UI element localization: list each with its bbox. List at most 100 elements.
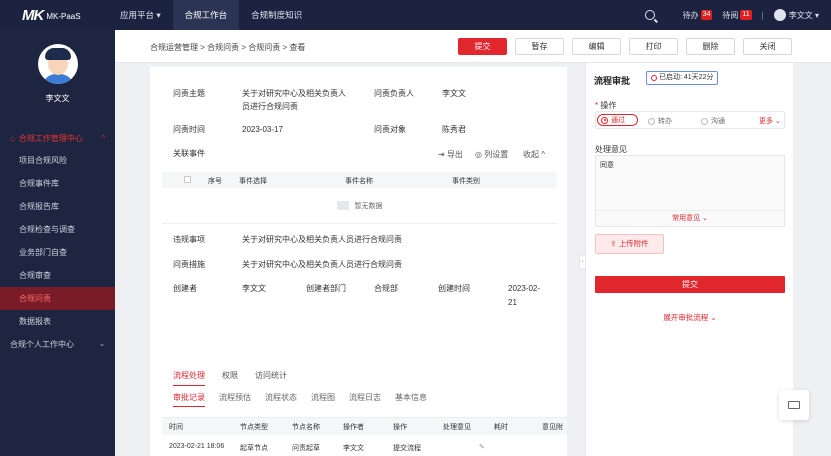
created-value-line1: 2023-02- bbox=[508, 284, 541, 293]
owner-label: 问责负责人 bbox=[374, 89, 414, 98]
todo-link[interactable]: 待办 34 bbox=[683, 10, 713, 21]
user-avatar-icon bbox=[773, 9, 786, 21]
tab-approval-records[interactable]: 审批记录 bbox=[173, 392, 205, 407]
dept-label: 创建者部门 bbox=[306, 284, 346, 293]
column-header: 序号 bbox=[208, 178, 222, 185]
top-navigation-bar: MK MK-PaaS 应用平台 ▾ 合规工作台 合规制度知识 待办 34 待阅 … bbox=[0, 0, 831, 30]
sidebar-item-event-library[interactable]: 合规事件库 bbox=[0, 172, 115, 195]
tab-visit-stats[interactable]: 访问统计 bbox=[255, 370, 287, 386]
upload-attachment-button[interactable]: ⇪ 上传附件 bbox=[595, 234, 664, 254]
column-settings-label: 列设置 bbox=[484, 150, 509, 159]
chevron-down-icon: ⌄ bbox=[99, 341, 105, 348]
empty-box-icon bbox=[336, 201, 349, 210]
topbar-separator: | bbox=[761, 10, 764, 20]
tab-permission[interactable]: 权限 bbox=[222, 370, 238, 386]
measure-value: 关于对研究中心及相关负责人员进行合规问责 bbox=[242, 260, 402, 269]
floating-action-button[interactable] bbox=[779, 390, 809, 420]
save-draft-button[interactable]: 暂存 bbox=[515, 38, 564, 55]
submit-button[interactable]: 提交 bbox=[458, 38, 507, 55]
user-menu-label: 李文文 ▾ bbox=[788, 10, 819, 20]
subject-value-line2: 员进行合规问责 bbox=[242, 102, 298, 111]
nav-compliance-knowledge[interactable]: 合规制度知识 bbox=[239, 0, 314, 30]
select-all-checkbox[interactable] bbox=[184, 176, 191, 183]
export-button[interactable]: ⇥ 导出 bbox=[438, 149, 463, 161]
sidebar-item-report-library[interactable]: 合规报告库 bbox=[0, 195, 115, 218]
column-header: 事件选择 bbox=[239, 178, 267, 185]
column-settings-button[interactable]: ◎ 列设置 bbox=[475, 149, 508, 161]
dept-value: 合规部 bbox=[374, 284, 398, 293]
opinion-textarea[interactable]: 同意 常用意见 ⌄ bbox=[595, 155, 785, 227]
radio-label: 沟通 bbox=[711, 118, 725, 125]
sidebar-profile: 李文文 bbox=[0, 30, 115, 125]
collapse-button[interactable]: 收起 ^ bbox=[523, 149, 545, 161]
clock-icon bbox=[651, 75, 657, 81]
sidebar-group-compliance-work[interactable]: ⌂ 合规工作管理中心 ^ bbox=[0, 127, 115, 149]
tab-flow-estimate[interactable]: 流程预估 bbox=[219, 392, 251, 407]
todo-label: 待办 bbox=[682, 10, 699, 20]
edit-icon[interactable]: ✎ bbox=[479, 443, 485, 451]
approval-submit-button[interactable]: 提交 bbox=[595, 276, 785, 293]
edit-button[interactable]: 编辑 bbox=[572, 38, 621, 55]
radio-communicate[interactable]: 沟通 bbox=[701, 116, 725, 126]
tab-process[interactable]: 流程处理 bbox=[173, 370, 205, 386]
sidebar-item-inspection[interactable]: 合规检查与调查 bbox=[0, 218, 115, 241]
action-bar: 合规运营管理 > 合规问责 > 合规问责 > 查看 提交 暂存 编辑 打印 删除… bbox=[115, 30, 831, 63]
avatar-hair bbox=[44, 48, 71, 60]
delete-button[interactable]: 删除 bbox=[686, 38, 735, 55]
column-header: 节点类型 bbox=[240, 424, 268, 431]
cell-node-name: 问责起草 bbox=[292, 445, 320, 452]
tab-flow-log[interactable]: 流程日志 bbox=[349, 392, 381, 407]
print-button[interactable]: 打印 bbox=[629, 38, 678, 55]
column-header: 事件类别 bbox=[452, 178, 480, 185]
radio-approve[interactable]: 通过 bbox=[597, 114, 638, 126]
measure-label: 问责措施 bbox=[173, 260, 205, 269]
radio-transfer[interactable]: 转办 bbox=[648, 116, 672, 126]
sidebar-item-self-check[interactable]: 业务部门自查 bbox=[0, 241, 115, 264]
approval-title: 流程审批 bbox=[594, 76, 631, 86]
app-logo[interactable]: MK MK-PaaS bbox=[0, 7, 108, 24]
nav-app-platform[interactable]: 应用平台 ▾ bbox=[108, 0, 173, 30]
sidebar-group-personal-work[interactable]: 合规个人工作中心 ⌄ bbox=[0, 333, 115, 355]
column-header: 处理意见 bbox=[443, 424, 471, 431]
search-icon[interactable] bbox=[644, 10, 655, 20]
avatar[interactable] bbox=[37, 44, 78, 84]
violation-value: 关于对研究中心及相关负责人员进行合规问责 bbox=[242, 235, 402, 244]
export-icon: ⇥ bbox=[438, 150, 445, 159]
detail-form: 问责主题 关于对研究中心及相关负责人 员进行合规问责 问责负责人 李文文 问责时… bbox=[150, 67, 567, 456]
sidebar-group-label: 合规个人工作中心 bbox=[10, 339, 74, 349]
sidebar-group-label: 合规工作管理中心 bbox=[18, 133, 83, 143]
common-opinion-dropdown[interactable]: 常用意见 ⌄ bbox=[596, 210, 784, 226]
empty-text: 暂无数据 bbox=[354, 202, 383, 210]
tab-basic-info[interactable]: 基本信息 bbox=[395, 392, 427, 407]
nav-compliance-workbench[interactable]: 合规工作台 bbox=[172, 0, 240, 30]
pending-label: 待阅 bbox=[722, 10, 739, 20]
sidebar: 李文文 ⌂ 合规工作管理中心 ^ 项目合规风险 合规事件库 合规报告库 合规检查… bbox=[0, 30, 115, 456]
more-options[interactable]: 更多 ⌄ bbox=[759, 116, 781, 126]
logo-text: MK-PaaS bbox=[46, 12, 81, 21]
created-value-line2: 21 bbox=[508, 298, 517, 307]
column-header: 事件名称 bbox=[345, 178, 373, 185]
vehicle-icon bbox=[788, 401, 800, 409]
pending-link[interactable]: 待阅 11 bbox=[722, 10, 752, 21]
operation-radio-group: 通过 转办 沟通 bbox=[595, 111, 785, 129]
user-menu[interactable]: 李文文 ▾ bbox=[773, 9, 819, 21]
tab-flow-chart[interactable]: 流程图 bbox=[311, 392, 335, 407]
target-value: 陈秀君 bbox=[442, 125, 466, 134]
column-header: 操作 bbox=[393, 424, 407, 431]
sidebar-item-data-report[interactable]: 数据报表 bbox=[0, 310, 115, 333]
tab-flow-status[interactable]: 流程状态 bbox=[265, 392, 297, 407]
timer-text: 已启动: 41天22分 bbox=[659, 74, 714, 81]
close-button[interactable]: 关闭 bbox=[743, 38, 792, 55]
sidebar-item-accountability[interactable]: 合规问责 bbox=[0, 287, 115, 310]
sidebar-item-review[interactable]: 合规审查 bbox=[0, 264, 115, 287]
opinion-label: 处理意见 bbox=[595, 145, 627, 154]
sidebar-item-project-risk[interactable]: 项目合规风险 bbox=[0, 149, 115, 172]
sidebar-user-name: 李文文 bbox=[45, 94, 70, 103]
upload-label: 上传附件 bbox=[618, 239, 649, 248]
logo-mark: MK bbox=[22, 6, 44, 24]
opinion-text: 同意 bbox=[600, 162, 614, 169]
radio-label: 转办 bbox=[658, 118, 672, 125]
expand-approval-flow[interactable]: 展开审批流程 ⌄ bbox=[586, 312, 794, 323]
operation-label: * 操作 bbox=[595, 100, 616, 111]
topbar-actions: 待办 34 待阅 11 | 李文文 ▾ bbox=[644, 9, 831, 21]
